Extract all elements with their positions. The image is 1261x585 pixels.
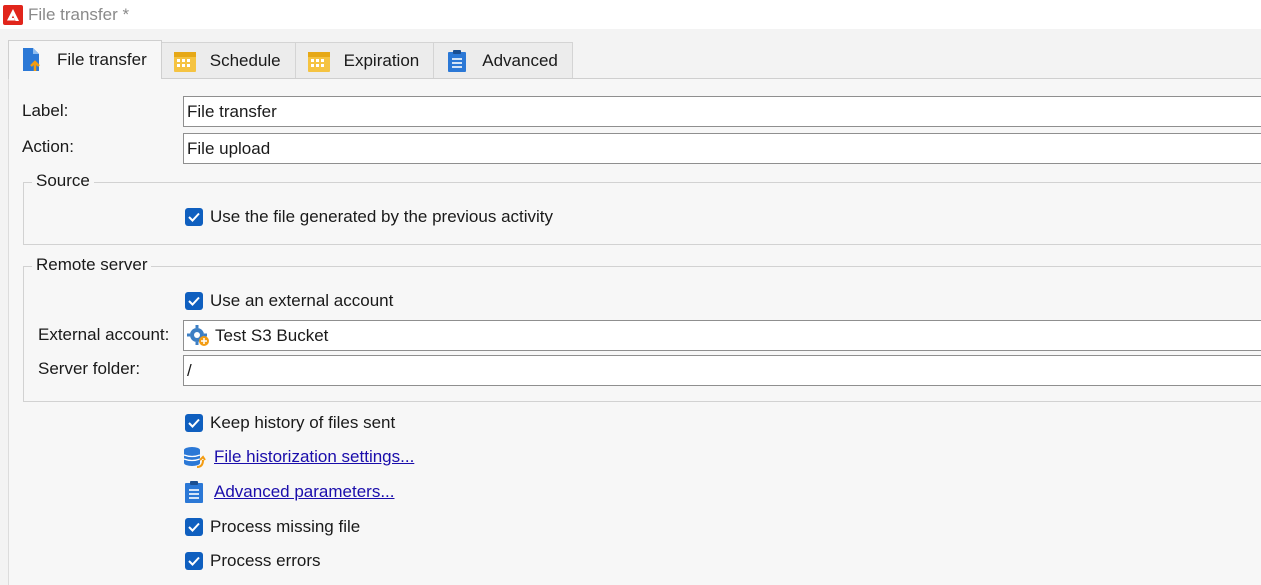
- advanced-parameters-link[interactable]: Advanced parameters...: [214, 482, 394, 502]
- label-field-label: Label:: [22, 101, 69, 120]
- checkbox-label: Process missing file: [210, 517, 361, 536]
- tab-label: Schedule: [209, 51, 281, 70]
- adobe-logo-icon: [3, 4, 23, 25]
- tab-bar: File transfer Schedule Expiration Advanc…: [8, 40, 573, 79]
- tab-label: Expiration: [343, 51, 420, 70]
- action-field-label: Action:: [22, 137, 74, 156]
- clipboard-icon: [444, 48, 470, 74]
- gear-account-icon: [187, 324, 211, 348]
- tab-schedule[interactable]: Schedule: [160, 42, 296, 79]
- title-bar: File transfer *: [0, 0, 1261, 29]
- checkbox-label: Process errors: [210, 551, 321, 570]
- process-missing-checkbox-row[interactable]: Process missing file: [185, 517, 360, 537]
- checkbox-label: Use the file generated by the previous a…: [210, 207, 554, 226]
- tab-file-transfer[interactable]: File transfer: [8, 40, 162, 79]
- server-folder-label: Server folder:: [38, 359, 141, 378]
- process-errors-checkbox[interactable]: [185, 552, 203, 570]
- server-folder-input[interactable]: /: [183, 355, 1261, 386]
- checkbox-label: Use an external account: [210, 291, 394, 310]
- process-errors-checkbox-row[interactable]: Process errors: [185, 551, 321, 571]
- label-input[interactable]: File transfer: [183, 96, 1261, 127]
- historization-link-row[interactable]: File historization settings...: [182, 445, 414, 469]
- checkbox-label: Keep history of files sent: [210, 413, 396, 432]
- source-group: Source Use the file generated by the pre…: [23, 171, 1261, 245]
- tab-panel-file-transfer: Label: File transfer Action: File upload…: [8, 78, 1261, 585]
- tab-label: Advanced: [482, 51, 558, 70]
- keep-history-checkbox-row[interactable]: Keep history of files sent: [185, 413, 395, 433]
- tab-label: File transfer: [57, 50, 147, 69]
- advanced-parameters-link-row[interactable]: Advanced parameters...: [182, 480, 394, 504]
- action-select[interactable]: File upload: [183, 133, 1261, 164]
- window-title: File transfer *: [28, 4, 130, 24]
- tab-expiration[interactable]: Expiration: [294, 42, 435, 79]
- keep-history-checkbox[interactable]: [185, 414, 203, 432]
- source-legend: Source: [32, 171, 94, 191]
- tab-advanced[interactable]: Advanced: [433, 42, 573, 79]
- external-account-input[interactable]: Test S3 Bucket: [183, 320, 1261, 351]
- clipboard-icon: [182, 480, 206, 504]
- calendar-icon: [306, 48, 332, 74]
- use-generated-file-checkbox-row[interactable]: Use the file generated by the previous a…: [185, 207, 553, 227]
- calendar-icon: [172, 48, 198, 74]
- file-upload-icon: [19, 47, 45, 73]
- use-external-account-checkbox-row[interactable]: Use an external account: [185, 291, 393, 311]
- external-account-value: Test S3 Bucket: [215, 325, 329, 345]
- process-missing-checkbox[interactable]: [185, 518, 203, 536]
- external-account-label: External account:: [38, 325, 170, 344]
- database-icon: [182, 445, 206, 469]
- remote-server-legend: Remote server: [32, 255, 152, 275]
- file-historization-settings-link[interactable]: File historization settings...: [214, 447, 414, 467]
- use-external-account-checkbox[interactable]: [185, 292, 203, 310]
- use-generated-file-checkbox[interactable]: [185, 208, 203, 226]
- remote-server-group: Remote server Use an external account Ex…: [23, 255, 1261, 402]
